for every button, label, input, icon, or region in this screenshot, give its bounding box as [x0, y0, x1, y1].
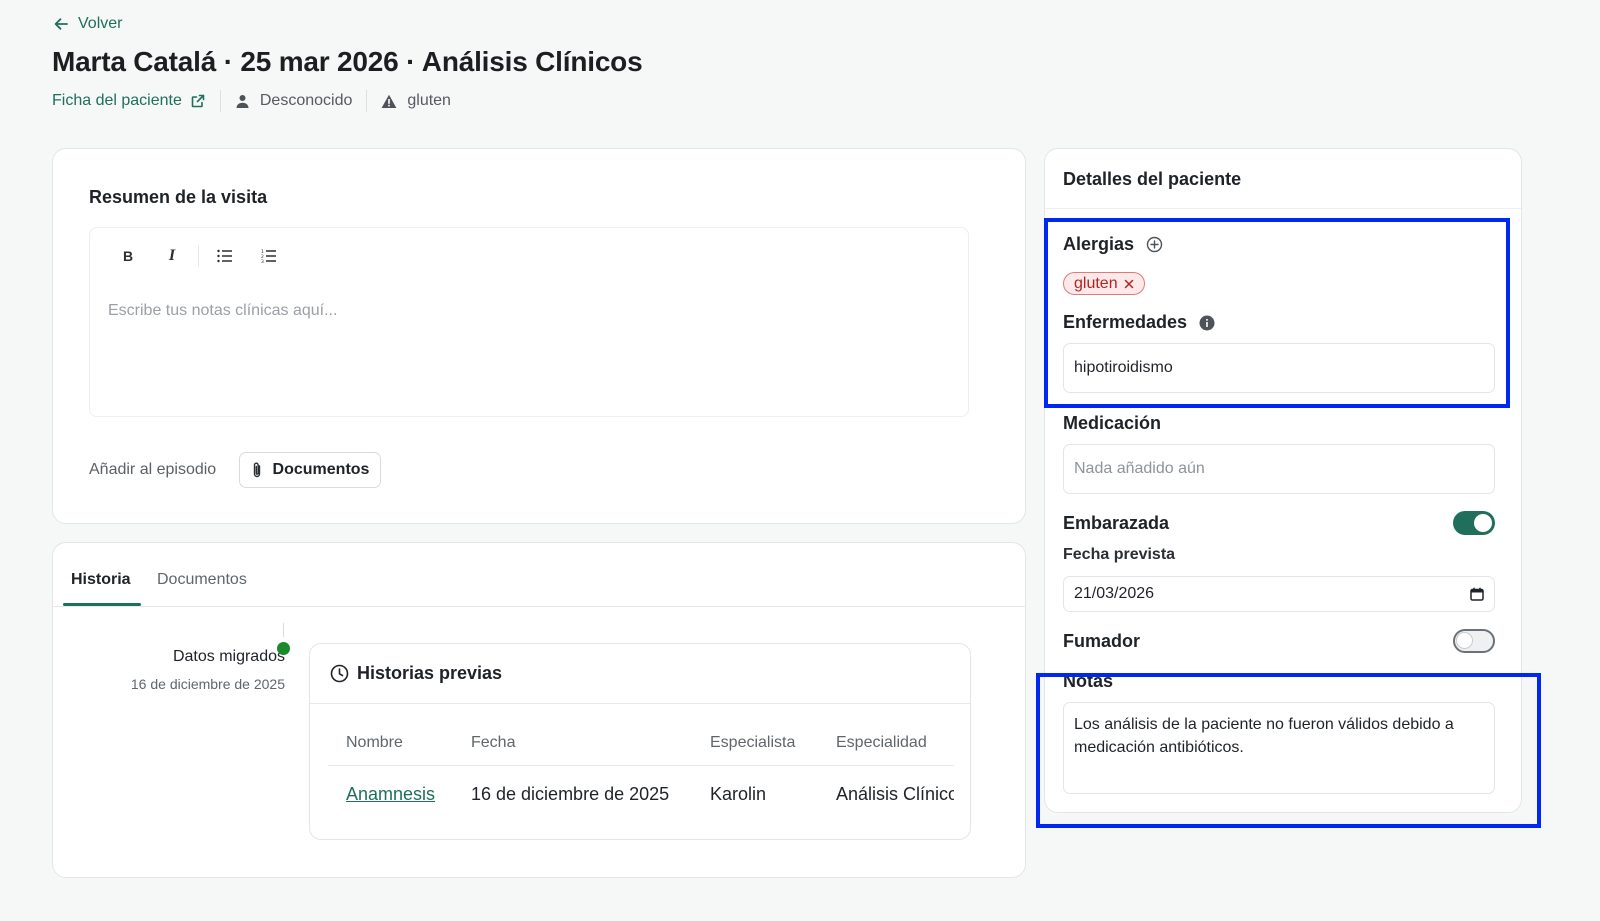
clinical-notes-editor[interactable]: B I 123 Escribe tus notas clínicas aquí.… [89, 227, 969, 417]
toggle-knob [1456, 632, 1473, 649]
warning-icon [381, 94, 397, 108]
pregnant-label: Embarazada [1063, 513, 1170, 533]
paperclip-icon [253, 462, 260, 478]
visit-summary-card: Resumen de la visita B I 123 Escribe tus… [52, 148, 1026, 524]
column-header-especialidad: Especialidad [836, 734, 927, 751]
patient-details-title: Detalles del paciente [1063, 169, 1242, 189]
divider [1045, 208, 1521, 209]
person-icon [236, 94, 249, 108]
tab-historia[interactable]: Historia [71, 571, 131, 589]
highlight-box-allergies [1044, 218, 1510, 408]
history-card: Historia Documentos Datos migrados 16 de… [52, 542, 1026, 878]
smoker-toggle[interactable] [1453, 629, 1495, 653]
svg-text:3: 3 [261, 259, 264, 263]
toggle-knob [1474, 514, 1492, 532]
history-specialty: Análisis Clínicos [836, 784, 954, 804]
italic-button[interactable]: I [150, 244, 194, 268]
history-name-link[interactable]: Anamnesis [346, 784, 435, 805]
bullet-list-icon [217, 249, 232, 263]
active-tab-indicator [63, 603, 141, 606]
medication-label: Medicación [1063, 413, 1162, 433]
highlight-box-notes [1036, 673, 1541, 828]
bullet-list-button[interactable] [203, 244, 247, 268]
previous-histories-header: Historias previas [310, 644, 970, 704]
timeline-line [283, 623, 284, 637]
bold-button[interactable]: B [106, 244, 150, 268]
due-date-field[interactable]: 21/03/2026 [1063, 576, 1495, 612]
history-specialist: Karolin [710, 784, 767, 804]
numbered-list-icon: 123 [261, 249, 276, 263]
back-link[interactable]: Volver [52, 14, 122, 34]
timeline-date: 16 de diciembre de 2025 [130, 676, 285, 692]
patient-record-link[interactable]: Ficha del paciente [52, 92, 206, 110]
visit-summary-title: Resumen de la visita [89, 187, 268, 207]
editor-toolbar: B I 123 [106, 244, 291, 268]
patient-meta: Ficha del paciente Desconocido gluten [52, 88, 451, 114]
column-header-nombre: Nombre [346, 734, 403, 751]
due-date-label: Fecha prevista [1063, 546, 1176, 563]
column-header-especialista: Especialista [710, 734, 796, 751]
page-title: Marta Catalá · 25 mar 2026 · Análisis Cl… [52, 46, 643, 77]
column-header-fecha: Fecha [471, 734, 516, 751]
table-divider [328, 765, 954, 766]
gender-info: Desconocido [235, 92, 352, 110]
divider [366, 90, 368, 112]
allergy-alert: gluten [381, 92, 451, 110]
numbered-list-button[interactable]: 123 [247, 244, 291, 268]
divider [219, 90, 221, 112]
timeline-dot [277, 642, 290, 655]
toolbar-divider [198, 245, 199, 267]
external-link-icon [191, 94, 205, 108]
calendar-icon[interactable] [1470, 587, 1484, 601]
add-to-episode-label: Añadir al episodio [89, 461, 217, 478]
back-label: Volver [78, 15, 123, 32]
medication-field[interactable]: Nada añadido aún [1063, 444, 1495, 494]
arrow-left-icon [54, 18, 68, 30]
documents-button[interactable]: Documentos [239, 452, 381, 488]
pregnant-toggle[interactable] [1453, 511, 1495, 535]
smoker-label: Fumador [1063, 631, 1141, 651]
notes-placeholder: Escribe tus notas clínicas aquí... [108, 302, 338, 319]
previous-histories-panel: Historias previas Nombre Fecha Especiali… [309, 643, 971, 840]
timeline-label: Datos migrados [172, 648, 285, 665]
tab-documentos[interactable]: Documentos [157, 571, 247, 589]
clock-icon [330, 664, 349, 683]
history-date: 16 de diciembre de 2025 [471, 784, 670, 804]
